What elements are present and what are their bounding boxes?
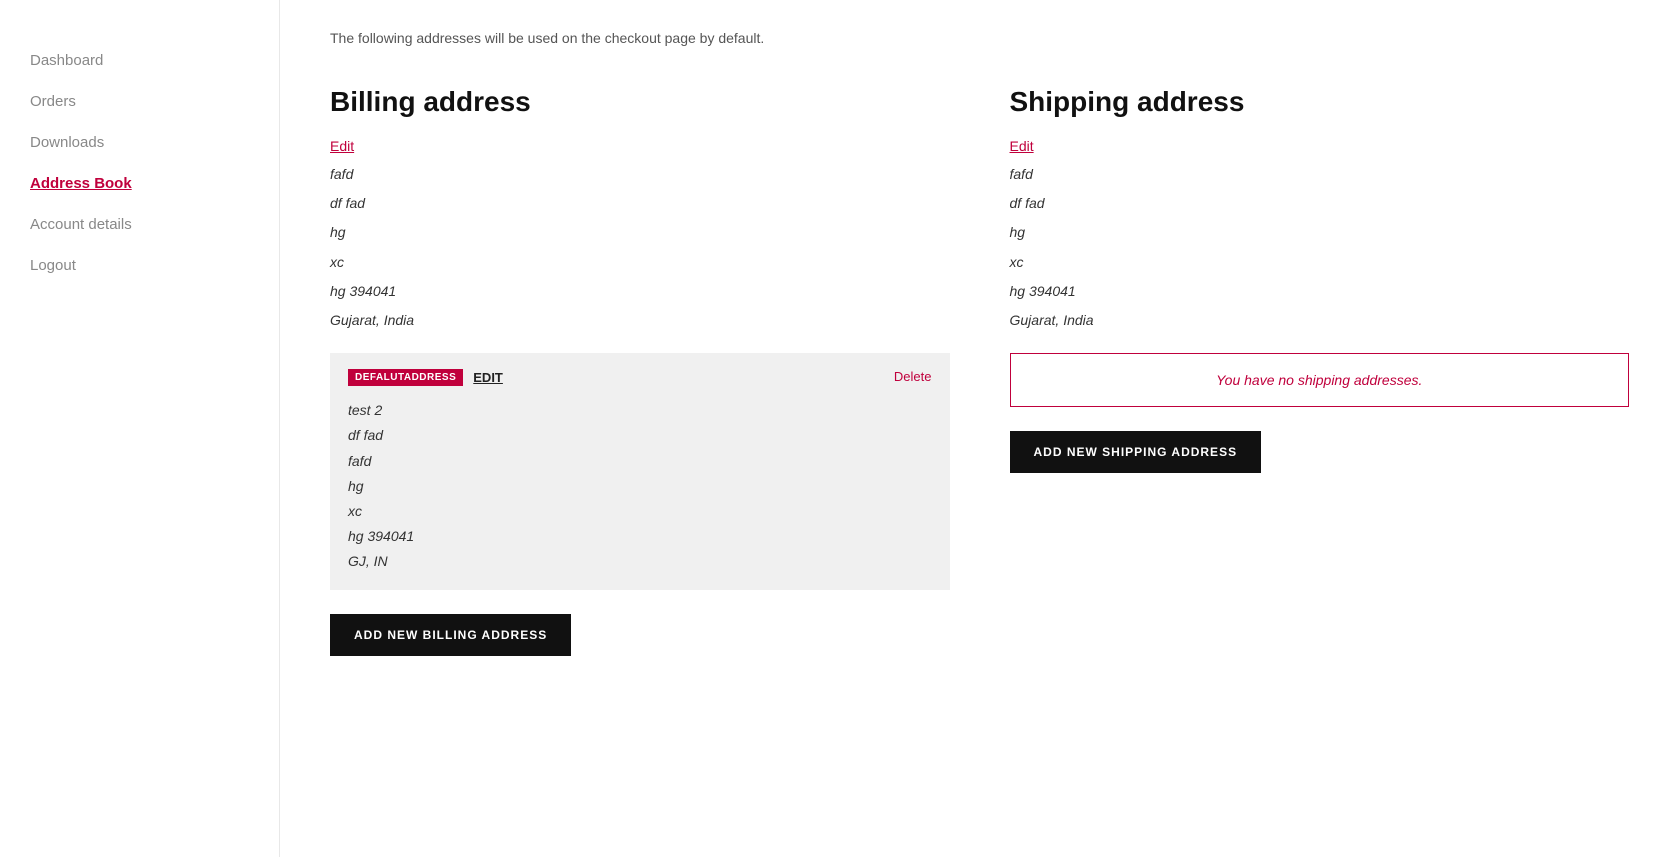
- card-line5: xc: [348, 499, 932, 524]
- card-line6: hg 394041: [348, 524, 932, 549]
- shipping-line2: df fad: [1010, 191, 1630, 216]
- shipping-section: Shipping address Edit fafd df fad hg xc …: [1010, 86, 1630, 656]
- shipping-line1: fafd: [1010, 162, 1630, 187]
- shipping-line5: hg 394041: [1010, 279, 1630, 304]
- billing-section: Billing address Edit fafd df fad hg xc h…: [330, 86, 950, 656]
- card-address: test 2 df fad fafd hg xc hg 394041 GJ, I…: [348, 398, 932, 574]
- card-line1: test 2: [348, 398, 932, 423]
- edit-card-link[interactable]: EDIT: [473, 370, 503, 385]
- page-description: The following addresses will be used on …: [330, 30, 1629, 46]
- sidebar-item-logout[interactable]: Logout: [30, 245, 249, 286]
- address-card-header: DEFALUTADDRESS EDIT: [348, 369, 932, 386]
- sidebar-nav: Dashboard Orders Downloads Address Book …: [30, 40, 249, 286]
- billing-edit-link[interactable]: Edit: [330, 138, 354, 154]
- default-badge: DEFALUTADDRESS: [348, 369, 463, 386]
- sidebar-item-orders[interactable]: Orders: [30, 81, 249, 122]
- main-content: The following addresses will be used on …: [280, 0, 1679, 857]
- shipping-heading: Shipping address: [1010, 86, 1630, 118]
- billing-heading: Billing address: [330, 86, 950, 118]
- billing-line1: fafd: [330, 162, 950, 187]
- card-line7: GJ, IN: [348, 549, 932, 574]
- billing-line4: xc: [330, 250, 950, 275]
- billing-line2: df fad: [330, 191, 950, 216]
- billing-line6: Gujarat, India: [330, 308, 950, 333]
- billing-line5: hg 394041: [330, 279, 950, 304]
- no-shipping-text: You have no shipping addresses.: [1216, 372, 1422, 388]
- sidebar-item-dashboard[interactable]: Dashboard: [30, 40, 249, 81]
- billing-address-card: DEFALUTADDRESS EDIT Delete test 2 df fad…: [330, 353, 950, 590]
- shipping-address: fafd df fad hg xc hg 394041 Gujarat, Ind…: [1010, 162, 1630, 333]
- delete-link[interactable]: Delete: [894, 369, 932, 384]
- sidebar-item-downloads[interactable]: Downloads: [30, 122, 249, 163]
- shipping-line4: xc: [1010, 250, 1630, 275]
- sidebar-item-account-details[interactable]: Account details: [30, 204, 249, 245]
- sidebar: Dashboard Orders Downloads Address Book …: [0, 0, 280, 857]
- card-line4: hg: [348, 474, 932, 499]
- add-shipping-address-button[interactable]: ADD NEW SHIPPING ADDRESS: [1010, 431, 1262, 473]
- billing-address: fafd df fad hg xc hg 394041 Gujarat, Ind…: [330, 162, 950, 333]
- shipping-line3: hg: [1010, 220, 1630, 245]
- card-line3: fafd: [348, 449, 932, 474]
- no-shipping-box: You have no shipping addresses.: [1010, 353, 1630, 407]
- addresses-grid: Billing address Edit fafd df fad hg xc h…: [330, 86, 1629, 656]
- shipping-edit-link[interactable]: Edit: [1010, 138, 1034, 154]
- shipping-line6: Gujarat, India: [1010, 308, 1630, 333]
- sidebar-item-address-book[interactable]: Address Book: [30, 163, 249, 204]
- billing-line3: hg: [330, 220, 950, 245]
- add-billing-address-button[interactable]: ADD NEW BILLING ADDRESS: [330, 614, 571, 656]
- card-line2: df fad: [348, 423, 932, 448]
